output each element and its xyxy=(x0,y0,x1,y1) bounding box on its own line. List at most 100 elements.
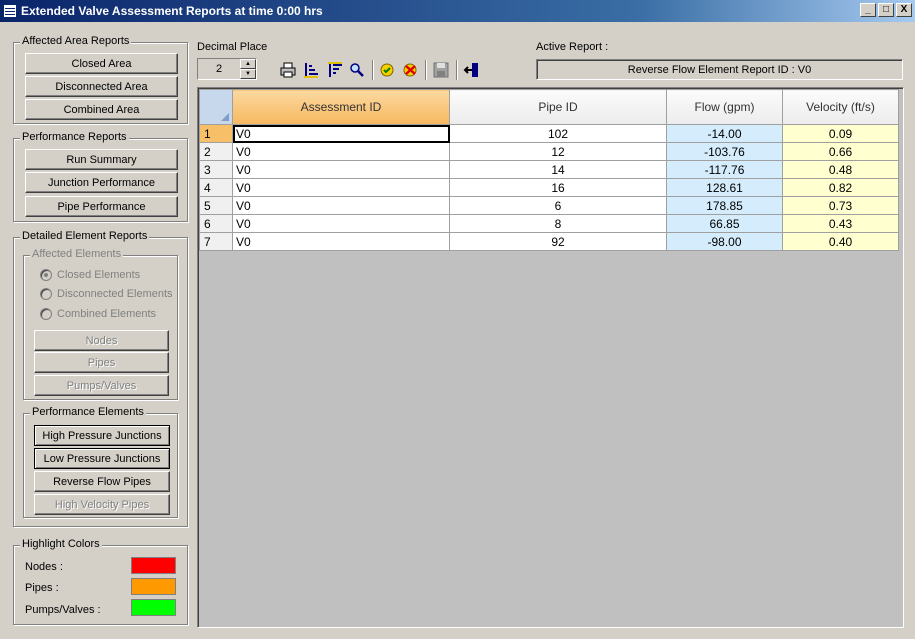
report-table[interactable]: Assessment ID Pipe ID Flow (gpm) Velocit… xyxy=(199,89,899,251)
table-row[interactable]: 6 V0 8 66.85 0.43 xyxy=(199,214,899,233)
column-header-velocity[interactable]: Velocity (ft/s) xyxy=(782,89,899,125)
minimize-button[interactable]: _ xyxy=(860,3,876,17)
pumps-valves-button[interactable]: Pumps/Valves xyxy=(34,375,169,396)
highlight-icon[interactable] xyxy=(379,61,397,79)
pipe-performance-button[interactable]: Pipe Performance xyxy=(25,196,178,217)
velocity-cell[interactable]: 0.73 xyxy=(782,196,899,215)
combined-elements-label: Combined Elements xyxy=(57,308,157,320)
assessment-id-cell[interactable]: V0 xyxy=(232,124,450,143)
assessment-id-cell[interactable]: V0 xyxy=(232,142,450,161)
closed-elements-label: Closed Elements xyxy=(57,269,141,281)
velocity-cell[interactable]: 0.66 xyxy=(782,142,899,161)
spin-up-icon[interactable]: ▲ xyxy=(240,59,256,69)
flow-cell[interactable]: -117.76 xyxy=(666,160,783,179)
reverse-flow-pipes-button[interactable]: Reverse Flow Pipes xyxy=(34,471,170,492)
assessment-id-cell[interactable]: V0 xyxy=(232,196,450,215)
assessment-id-cell[interactable]: V0 xyxy=(232,178,450,197)
flow-cell[interactable]: -14.00 xyxy=(666,124,783,143)
low-pressure-junctions-button[interactable]: Low Pressure Junctions xyxy=(34,448,170,469)
assessment-id-cell[interactable]: V0 xyxy=(232,232,450,251)
velocity-cell[interactable]: 0.43 xyxy=(782,214,899,233)
sort-descending-icon[interactable] xyxy=(326,61,344,79)
toolbar-separator xyxy=(372,60,374,80)
closed-elements-radio[interactable]: Closed Elements xyxy=(40,269,140,281)
pipe-id-cell[interactable]: 12 xyxy=(449,142,667,161)
table-row[interactable]: 2 V0 12 -103.76 0.66 xyxy=(199,142,899,161)
row-header[interactable]: 5 xyxy=(199,196,233,215)
window-menu-icon[interactable] xyxy=(4,5,16,17)
print-icon[interactable] xyxy=(279,61,297,79)
assessment-id-cell[interactable]: V0 xyxy=(232,160,450,179)
table-row[interactable]: 5 V0 6 178.85 0.73 xyxy=(199,196,899,215)
pipes-color-swatch[interactable] xyxy=(131,578,176,595)
flow-cell[interactable]: -103.76 xyxy=(666,142,783,161)
table-row[interactable]: 7 V0 92 -98.00 0.40 xyxy=(199,232,899,251)
sort-ascending-icon[interactable] xyxy=(302,61,320,79)
pipes-button[interactable]: Pipes xyxy=(34,352,169,373)
run-summary-button[interactable]: Run Summary xyxy=(25,149,178,170)
column-header-flow[interactable]: Flow (gpm) xyxy=(666,89,783,125)
pipe-id-cell[interactable]: 16 xyxy=(449,178,667,197)
find-icon[interactable] xyxy=(348,61,366,79)
spin-down-icon[interactable]: ▼ xyxy=(240,69,256,79)
active-report-field: Reverse Flow Element Report ID : V0 xyxy=(536,59,903,80)
decimal-place-label: Decimal Place xyxy=(197,41,268,53)
affected-area-legend: Affected Area Reports xyxy=(20,35,132,47)
flow-cell[interactable]: 66.85 xyxy=(666,214,783,233)
velocity-cell[interactable]: 0.48 xyxy=(782,160,899,179)
nodes-button[interactable]: Nodes xyxy=(34,330,169,351)
nodes-color-swatch[interactable] xyxy=(131,557,176,574)
radio-selected-icon xyxy=(40,269,52,281)
table-row[interactable]: 4 V0 16 128.61 0.82 xyxy=(199,178,899,197)
report-grid[interactable]: Assessment ID Pipe ID Flow (gpm) Velocit… xyxy=(197,87,904,628)
decimal-place-spinner[interactable]: 2 ▲ ▼ xyxy=(197,58,257,80)
title-bar[interactable]: Extended Valve Assessment Reports at tim… xyxy=(0,0,915,22)
velocity-cell[interactable]: 0.40 xyxy=(782,232,899,251)
active-report-label: Active Report : xyxy=(536,41,609,53)
flow-cell[interactable]: 128.61 xyxy=(666,178,783,197)
high-velocity-pipes-button[interactable]: High Velocity Pipes xyxy=(34,494,170,515)
pipe-id-cell[interactable]: 102 xyxy=(449,124,667,143)
pipes-color-label: Pipes : xyxy=(25,582,59,594)
performance-reports-legend: Performance Reports xyxy=(20,131,129,143)
column-header-assessment-id[interactable]: Assessment ID xyxy=(232,89,450,125)
pipe-id-cell[interactable]: 8 xyxy=(449,214,667,233)
row-header[interactable]: 4 xyxy=(199,178,233,197)
row-header[interactable]: 6 xyxy=(199,214,233,233)
combined-area-button[interactable]: Combined Area xyxy=(25,99,178,120)
clear-highlight-icon[interactable] xyxy=(402,61,420,79)
table-row[interactable]: 3 V0 14 -117.76 0.48 xyxy=(199,160,899,179)
exit-icon[interactable] xyxy=(463,61,481,79)
row-header[interactable]: 7 xyxy=(199,232,233,251)
pumps-valves-color-swatch[interactable] xyxy=(131,599,176,616)
combined-elements-radio[interactable]: Combined Elements xyxy=(40,308,156,320)
radio-icon xyxy=(40,308,52,320)
pipe-id-cell[interactable]: 6 xyxy=(449,196,667,215)
row-header[interactable]: 1 xyxy=(199,124,233,143)
save-icon[interactable] xyxy=(432,61,450,79)
toolbar-separator xyxy=(425,60,427,80)
column-header-pipe-id[interactable]: Pipe ID xyxy=(449,89,667,125)
pipe-id-cell[interactable]: 14 xyxy=(449,160,667,179)
junction-performance-button[interactable]: Junction Performance xyxy=(25,172,178,193)
assessment-id-cell[interactable]: V0 xyxy=(232,214,450,233)
row-header[interactable]: 2 xyxy=(199,142,233,161)
decimal-place-value[interactable]: 2 xyxy=(198,59,240,79)
maximize-button[interactable]: □ xyxy=(878,3,894,17)
window-title: Extended Valve Assessment Reports at tim… xyxy=(21,4,323,18)
disconnected-area-button[interactable]: Disconnected Area xyxy=(25,76,178,97)
velocity-cell[interactable]: 0.82 xyxy=(782,178,899,197)
velocity-cell[interactable]: 0.09 xyxy=(782,124,899,143)
select-all-corner[interactable] xyxy=(199,89,233,125)
nodes-color-label: Nodes : xyxy=(25,561,63,573)
table-row[interactable]: 1 V0 102 -14.00 0.09 xyxy=(199,124,899,143)
close-button[interactable]: X xyxy=(896,3,912,17)
flow-cell[interactable]: 178.85 xyxy=(666,196,783,215)
closed-area-button[interactable]: Closed Area xyxy=(25,53,178,74)
row-header[interactable]: 3 xyxy=(199,160,233,179)
flow-cell[interactable]: -98.00 xyxy=(666,232,783,251)
disconnected-elements-radio[interactable]: Disconnected Elements xyxy=(40,288,173,300)
high-pressure-junctions-button[interactable]: High Pressure Junctions xyxy=(34,425,170,446)
radio-icon xyxy=(40,288,52,300)
pipe-id-cell[interactable]: 92 xyxy=(449,232,667,251)
